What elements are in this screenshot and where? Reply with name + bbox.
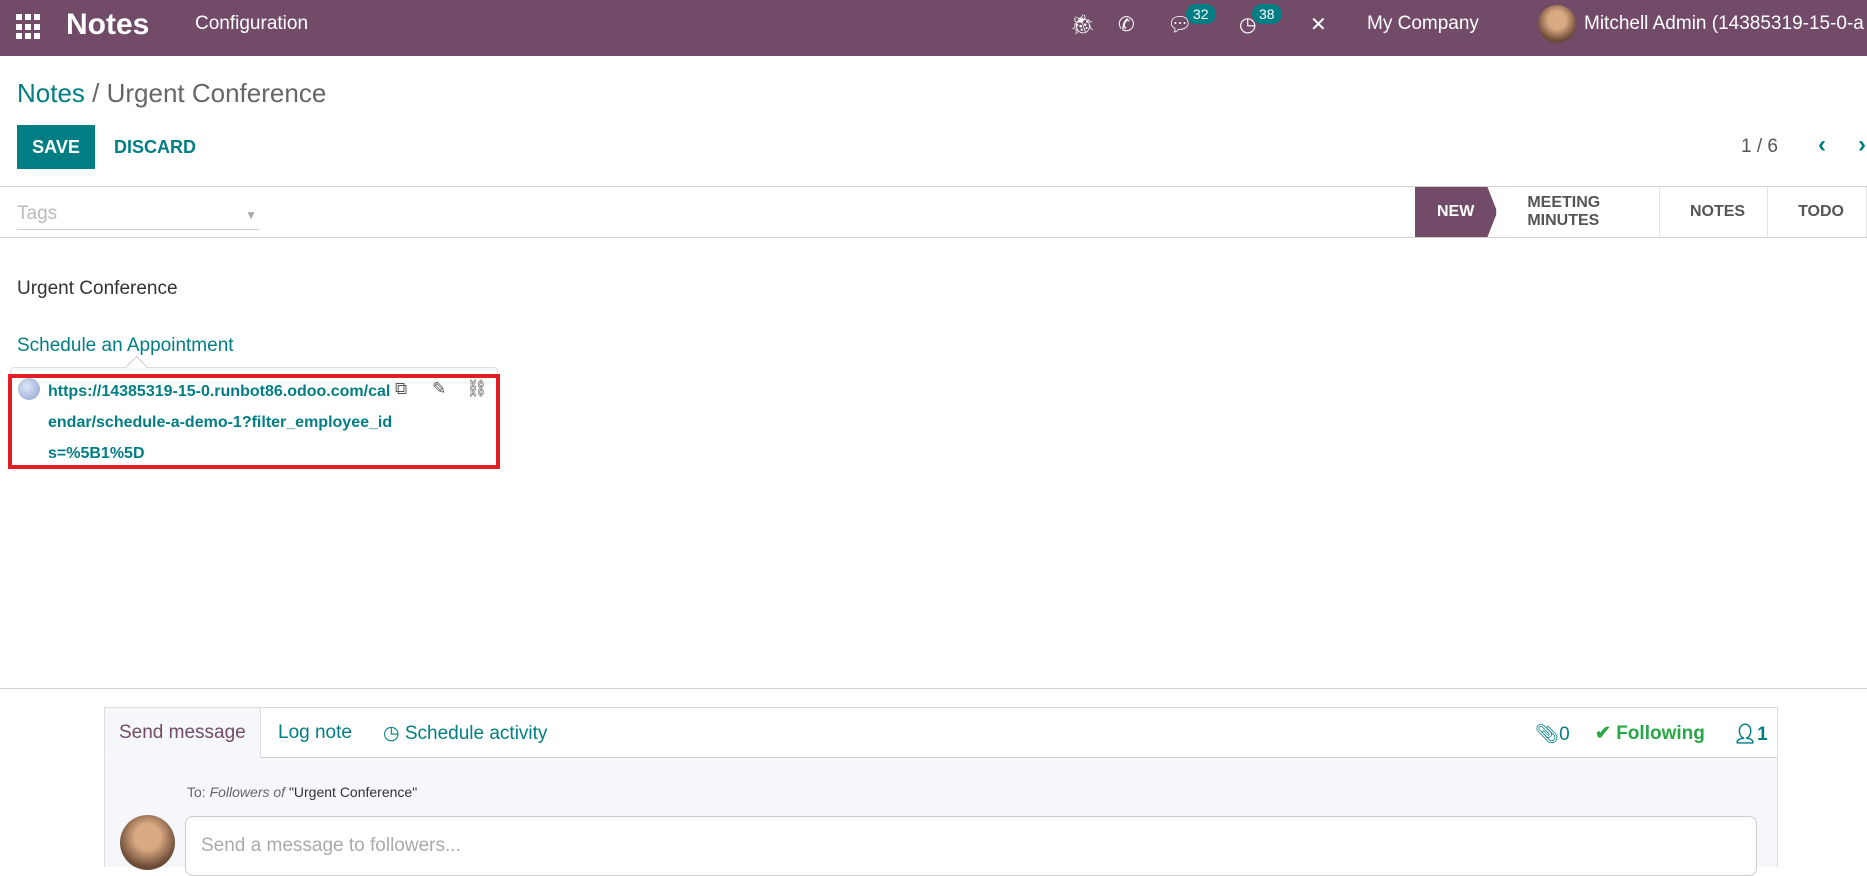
tags-placeholder: Tags [17, 203, 58, 224]
stage-new[interactable]: NEW [1415, 187, 1498, 237]
divider [0, 688, 1867, 689]
breadcrumb: Notes / Urgent Conference [17, 78, 326, 109]
followers-count: 1 [1757, 724, 1768, 745]
author-avatar [120, 815, 175, 870]
save-button[interactable]: SAVE [17, 125, 95, 169]
user-avatar[interactable] [1538, 5, 1576, 43]
tab-send-message[interactable]: Send message [104, 707, 261, 758]
breadcrumb-notes[interactable]: Notes [17, 78, 85, 108]
tags-field[interactable]: Tags ▼ [17, 200, 259, 230]
attachments-button[interactable]: 📎︎0 [1535, 722, 1570, 746]
stage-todo[interactable]: TODO [1768, 187, 1867, 237]
unlink-icon[interactable]: ⛓︎ [466, 379, 488, 399]
messages-badge: 32 [1186, 4, 1216, 24]
stage-notes[interactable]: NOTES [1660, 187, 1769, 237]
chevron-left-icon[interactable]: ‹ [1818, 131, 1826, 159]
globe-icon [18, 378, 40, 400]
menu-configuration[interactable]: Configuration [195, 13, 308, 35]
tools-icon[interactable]: ✕ [1310, 12, 1327, 37]
chevron-right-icon[interactable]: › [1858, 131, 1866, 159]
recipients-line: To: Followers of "Urgent Conference" [187, 784, 418, 800]
following-label: Following [1616, 723, 1705, 744]
note-link-text[interactable]: Schedule an Appointment [17, 335, 234, 357]
attachments-count: 0 [1559, 724, 1570, 745]
pager-value[interactable]: 1 / 6 [1741, 136, 1778, 158]
paperclip-icon: 📎︎ [1535, 724, 1560, 745]
tab-schedule-activity[interactable]: ◷ Schedule activity [383, 722, 547, 745]
copy-icon[interactable]: ⧉ [395, 379, 407, 399]
phone-icon[interactable]: ✆ [1118, 12, 1135, 37]
apps-menu-icon[interactable] [16, 14, 42, 40]
followers-button[interactable]: 👤︎1 [1733, 722, 1768, 746]
stage-meeting-minutes[interactable]: MEETING MINUTES [1497, 187, 1660, 237]
chatter-tabs: Send message Log note ◷ Schedule activit… [104, 707, 1777, 758]
link-url[interactable]: https://14385319-15-0.runbot86.odoo.com/… [48, 376, 393, 469]
chatter: Send message Log note ◷ Schedule activit… [104, 707, 1778, 876]
note-line-title[interactable]: Urgent Conference [17, 278, 178, 300]
company-switcher[interactable]: My Company [1367, 13, 1479, 35]
user-icon: 👤︎ [1733, 724, 1758, 745]
clock-icon: ◷ [383, 723, 405, 744]
tab-label: Schedule activity [404, 723, 548, 744]
edit-icon[interactable]: ✎ [432, 379, 446, 399]
divider [0, 237, 1867, 238]
app-name[interactable]: Notes [66, 8, 149, 42]
message-input[interactable]: Send a message to followers... [185, 816, 1757, 876]
discard-button[interactable]: DISCARD [114, 125, 196, 169]
breadcrumb-separator: / [84, 78, 107, 108]
breadcrumb-current: Urgent Conference [106, 78, 327, 108]
activities-badge: 38 [1252, 4, 1282, 24]
bug-icon[interactable]: 🐞︎ [1070, 12, 1095, 37]
tab-log-note[interactable]: Log note [278, 722, 352, 744]
user-menu[interactable]: Mitchell Admin (14385319-15-0-a [1584, 13, 1864, 35]
top-navbar: Notes Configuration 🐞︎ ✆ 💬︎ 32 ◷ 38 ✕ My… [0, 0, 1867, 56]
caret-down-icon: ▼ [245, 208, 257, 222]
following-button[interactable]: ✔ Following [1595, 722, 1705, 745]
stage-statusbar: NEW MEETING MINUTES NOTES TODO [1415, 187, 1867, 237]
check-icon: ✔ [1595, 723, 1617, 744]
